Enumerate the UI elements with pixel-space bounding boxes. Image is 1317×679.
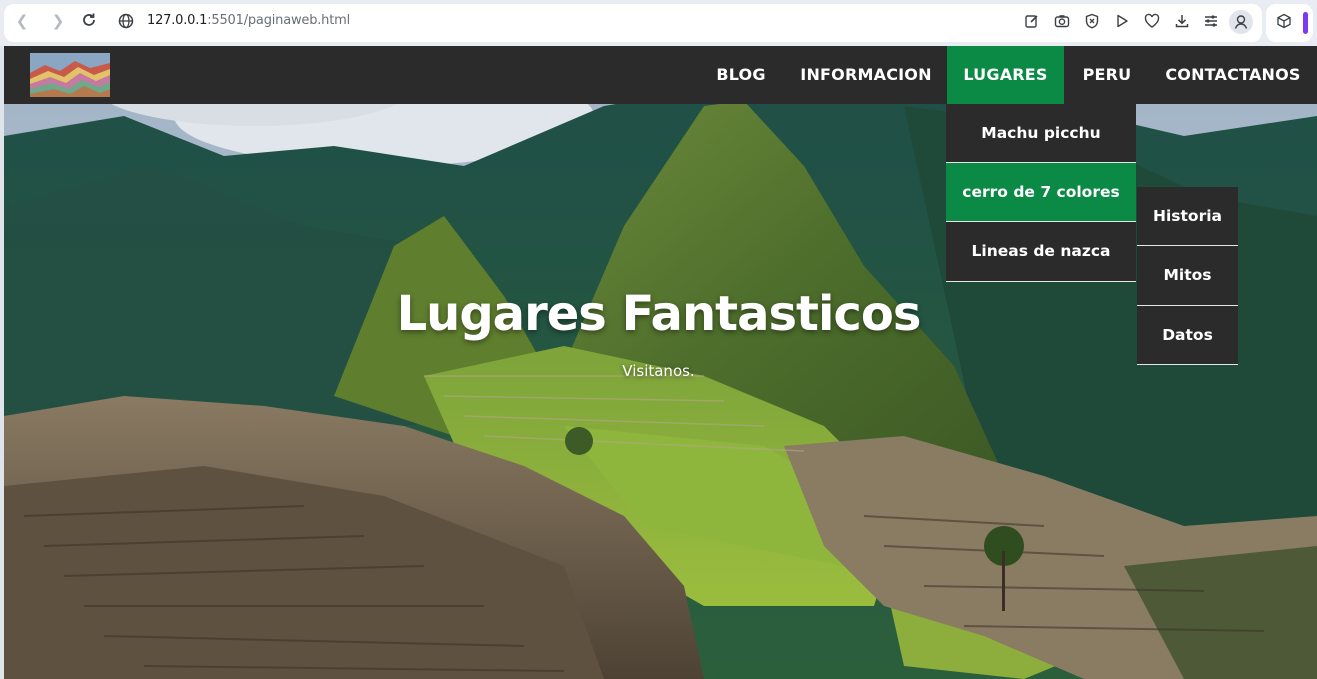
submenu-item-historia[interactable]: Historia bbox=[1137, 187, 1238, 246]
site-logo[interactable] bbox=[30, 53, 110, 97]
nav-informacion-label: INFORMACION bbox=[800, 65, 932, 84]
nav-lugares[interactable]: LUGARES bbox=[947, 46, 1064, 104]
nav-contactanos-label: CONTACTANOS bbox=[1165, 65, 1301, 84]
dropdown-item-machu-picchu[interactable]: Machu picchu bbox=[946, 104, 1136, 163]
submenu-item-label: Mitos bbox=[1163, 266, 1212, 284]
nav-peru[interactable]: PERU bbox=[1068, 46, 1146, 104]
nav-blog[interactable]: BLOG bbox=[700, 46, 782, 104]
submenu-item-datos[interactable]: Datos bbox=[1137, 306, 1238, 365]
site-navbar: BLOG INFORMACION LUGARES PERU CONTACTANO… bbox=[4, 46, 1317, 104]
site-info-icon[interactable] bbox=[118, 13, 136, 31]
heart-icon[interactable] bbox=[1144, 13, 1161, 30]
reload-icon[interactable] bbox=[80, 12, 98, 30]
url-text[interactable]: 127.0.0.1:5501/paginaweb.html bbox=[147, 13, 350, 28]
nav-peru-label: PERU bbox=[1082, 65, 1132, 84]
submenu-item-label: Datos bbox=[1162, 326, 1213, 344]
nav-blog-label: BLOG bbox=[716, 65, 766, 84]
dropdown-item-label: Machu picchu bbox=[981, 124, 1101, 142]
profile-icon[interactable] bbox=[1229, 10, 1253, 34]
nav-contactanos[interactable]: CONTACTANOS bbox=[1149, 46, 1317, 104]
camera-icon[interactable] bbox=[1054, 13, 1071, 30]
nav-lugares-label: LUGARES bbox=[963, 65, 1048, 84]
nav-informacion[interactable]: INFORMACION bbox=[785, 46, 947, 104]
hero-subtitle: Visitanos. bbox=[622, 362, 695, 380]
download-icon[interactable] bbox=[1174, 13, 1191, 30]
url-path: :5501/paginaweb.html bbox=[207, 13, 350, 28]
submenu-item-mitos[interactable]: Mitos bbox=[1137, 246, 1238, 306]
forward-icon[interactable]: ❯ bbox=[49, 12, 67, 30]
browser-toolbar: ❮ ❯ 127.0.0.1:5501/paginaweb.html bbox=[0, 0, 1317, 46]
submenu-item-label: Historia bbox=[1153, 207, 1222, 225]
edit-icon[interactable] bbox=[1024, 13, 1041, 30]
url-host: 127.0.0.1 bbox=[147, 13, 208, 28]
shield-icon[interactable] bbox=[1084, 13, 1101, 30]
extension-cube-icon[interactable] bbox=[1276, 13, 1293, 30]
dropdown-item-cerro-7-colores[interactable]: cerro de 7 colores bbox=[946, 163, 1136, 222]
menu-lines-icon[interactable] bbox=[1203, 13, 1220, 30]
dropdown-item-label: Lineas de nazca bbox=[971, 242, 1111, 260]
dropdown-item-lineas-de-nazca[interactable]: Lineas de nazca bbox=[946, 222, 1136, 282]
dropdown-item-label: cerro de 7 colores bbox=[962, 183, 1120, 201]
hero-title: Lugares Fantasticos bbox=[396, 286, 922, 342]
play-icon[interactable] bbox=[1114, 13, 1131, 30]
back-icon[interactable]: ❮ bbox=[13, 12, 31, 30]
sidebar-indicator[interactable] bbox=[1303, 12, 1308, 34]
